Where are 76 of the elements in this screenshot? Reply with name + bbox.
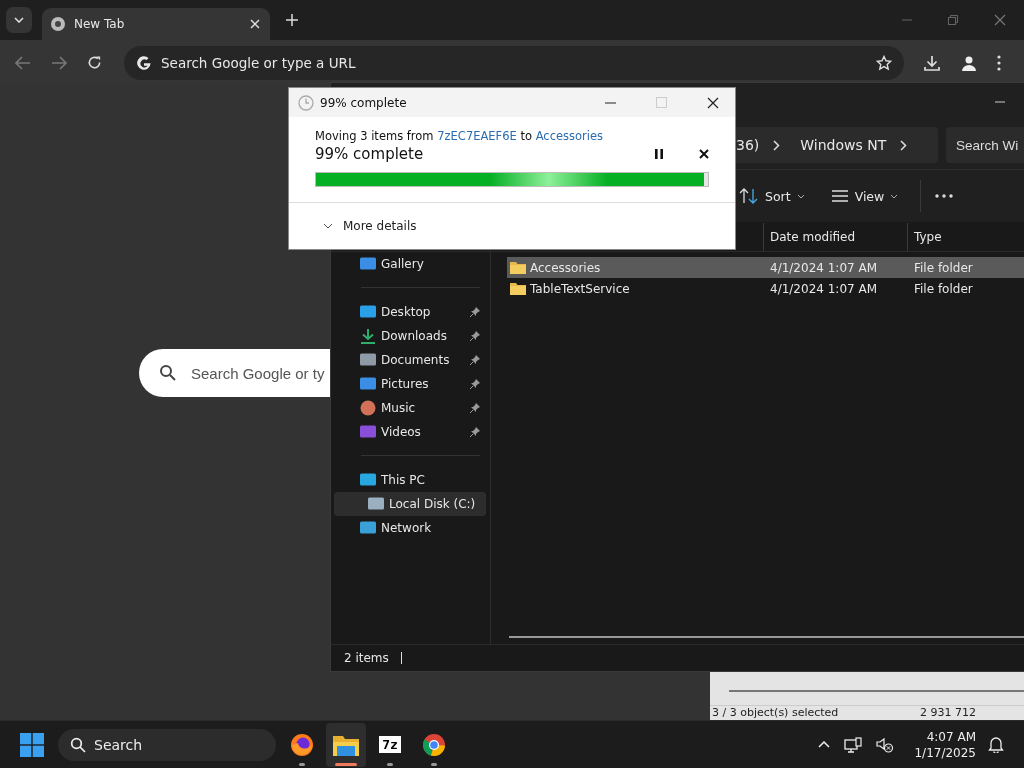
explorer-app-button[interactable] — [326, 722, 366, 767]
sevenzip-app-button[interactable]: 7z — [370, 722, 410, 767]
sidebar-item[interactable]: Downloads — [334, 324, 486, 348]
more-icon[interactable] — [935, 194, 954, 198]
chevron-icon — [900, 139, 908, 151]
destination-link[interactable]: Accessories — [535, 129, 604, 143]
list-icon — [830, 189, 849, 203]
address-bar[interactable]: Search Google or type a URL — [124, 45, 904, 80]
close-icon[interactable] — [707, 96, 719, 109]
file-row[interactable]: Accessories 4/1/2024 1:07 AM File folder — [507, 257, 1024, 278]
breadcrumb[interactable]: 36) — [736, 137, 760, 153]
notification-icon[interactable] — [988, 736, 1004, 753]
caret-icon — [890, 193, 899, 199]
reload-icon[interactable] — [87, 55, 102, 70]
search-field[interactable]: Search Google or ty — [139, 349, 330, 397]
size-total: 2 931 712 — [920, 706, 976, 719]
tab-search-button[interactable] — [6, 7, 32, 33]
sidebar-item[interactable]: Network — [334, 516, 486, 540]
search-field[interactable]: Search Wi — [946, 127, 1024, 163]
clock-icon — [298, 94, 314, 111]
sort-icon — [739, 188, 759, 204]
browser-icon — [290, 732, 314, 757]
sidebar-item[interactable]: Local Disk (C:) — [334, 492, 486, 516]
folder-icon — [333, 733, 359, 756]
forward-icon[interactable] — [51, 55, 67, 70]
breadcrumb[interactable]: Windows NT — [800, 137, 887, 153]
downloads-icon — [359, 328, 377, 344]
column-header[interactable]: Date modified — [763, 222, 907, 251]
sidebar-item[interactable]: Documents — [334, 348, 486, 372]
minimize-icon[interactable] — [605, 101, 616, 104]
pause-icon[interactable] — [655, 149, 663, 159]
menu-icon[interactable] — [997, 54, 1001, 71]
sidebar-item[interactable]: Gallery — [334, 252, 486, 276]
date: 1/17/2025 — [914, 744, 976, 761]
chevron-up-icon[interactable] — [818, 741, 831, 748]
file-row[interactable]: TableTextService 4/1/2024 1:07 AM File folder — [507, 278, 1024, 299]
search-icon — [159, 364, 177, 382]
back-icon[interactable] — [15, 55, 31, 70]
column-header[interactable]: Type — [907, 222, 1024, 251]
progress-heading: 99% complete — [315, 145, 424, 163]
time: 4:07 AM — [926, 728, 976, 745]
download-icon[interactable] — [923, 53, 941, 72]
move-message: Moving 3 items from 7zEC7EAEF6E to Accessories — [315, 129, 605, 143]
search-field[interactable]: Search — [58, 728, 276, 761]
more-details-button[interactable]: More details — [317, 218, 423, 234]
clock[interactable]: 4:07 AM 1/17/2025 — [914, 728, 976, 761]
selection-status: 3 / 3 object(s) selected — [712, 706, 839, 719]
google-icon — [136, 54, 152, 71]
new-tab-icon[interactable] — [286, 14, 298, 26]
caret-icon — [14, 17, 24, 23]
volume-muted-icon[interactable] — [876, 736, 895, 753]
bookmark-star-icon[interactable] — [876, 54, 892, 71]
chevron-icon — [323, 223, 333, 229]
sidebar-item[interactable]: This PC — [334, 468, 486, 492]
chevron-icon — [773, 139, 781, 151]
sort-button[interactable]: Sort — [735, 184, 809, 208]
sidebar-item[interactable]: Videos — [334, 420, 486, 444]
browser-icon — [422, 732, 446, 757]
folder-icon — [510, 282, 526, 295]
sidebar-item[interactable]: Music — [334, 396, 486, 420]
caret-icon — [796, 193, 805, 199]
cancel-icon[interactable] — [699, 149, 709, 159]
tab-title: New Tab — [74, 17, 126, 31]
close-tab-icon[interactable] — [250, 19, 260, 29]
view-button[interactable]: View — [826, 184, 903, 208]
search-icon — [70, 736, 86, 753]
source-link[interactable]: 7zEC7EAEF6E — [437, 129, 517, 143]
maximize-icon — [656, 97, 667, 108]
folder-icon — [510, 261, 526, 274]
dialog-title: 99% complete — [320, 95, 407, 110]
item-count: 2 items — [344, 651, 389, 665]
sidebar-item[interactable]: Desktop — [334, 300, 486, 324]
browser-tab[interactable]: New Tab — [42, 8, 270, 40]
restore-icon[interactable] — [948, 15, 958, 25]
sidebar-item[interactable]: Pictures — [334, 372, 486, 396]
start-icon[interactable] — [20, 732, 44, 757]
